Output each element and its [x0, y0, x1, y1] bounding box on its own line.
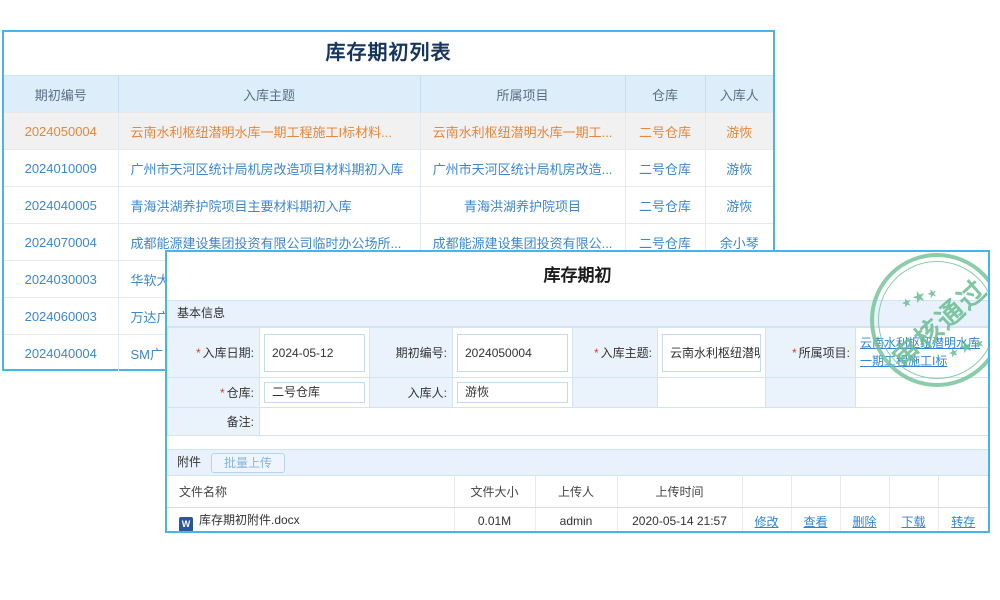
attachment-column-action: [889, 476, 938, 507]
cell-person: 游恢: [705, 150, 773, 187]
cell-opening-number[interactable]: 2024040005: [4, 187, 118, 224]
table-row[interactable]: 2024050004 云南水利枢纽潜明水库一期工程施工I标材料... 云南水利枢…: [4, 113, 773, 150]
section-gap: [167, 436, 988, 449]
cell-opening-number[interactable]: 2024010009: [4, 150, 118, 187]
warehouse-cell: 二号仓库: [260, 378, 370, 408]
required-marker: *: [594, 346, 599, 360]
cell-subject[interactable]: 青海洪湖养护院项目主要材料期初入库: [118, 187, 420, 224]
entry-person-field[interactable]: 游恢: [457, 382, 568, 403]
entry-person-cell: 游恢: [453, 378, 573, 408]
column-header-subject: 入库主题: [118, 76, 420, 113]
word-file-icon: W: [179, 517, 193, 532]
attachment-section-label: 附件: [177, 450, 201, 475]
entry-date-field[interactable]: 2024-05-12: [264, 334, 365, 372]
delete-link[interactable]: 删除: [852, 515, 876, 529]
table-row[interactable]: 2024010009 广州市天河区统计局机房改造项目材料期初入库 广州市天河区统…: [4, 150, 773, 187]
required-marker: *: [196, 346, 201, 360]
entry-date-cell: 2024-05-12: [260, 328, 370, 378]
column-header-project: 所属项目: [420, 76, 625, 113]
cell-project[interactable]: 青海洪湖养护院项目: [420, 187, 625, 224]
attachment-filename-cell: W 库存期初附件.docx: [167, 507, 454, 533]
column-header-warehouse: 仓库: [625, 76, 705, 113]
detail-panel-title: 库存期初: [167, 252, 988, 300]
attachment-column-filesize: 文件大小: [454, 476, 535, 507]
entry-person-label: 入库人:: [370, 378, 453, 408]
cell-warehouse: 二号仓库: [625, 113, 705, 150]
project-link[interactable]: 云南水利枢纽潜明水库一期工程施工I标: [860, 335, 984, 370]
opening-number-field[interactable]: 2024050004: [457, 334, 568, 372]
basic-info-section-header: 基本信息: [167, 300, 988, 327]
cell-project[interactable]: 云南水利枢纽潜明水库一期工...: [420, 113, 625, 150]
attachment-section-header: 附件 批量上传: [167, 449, 988, 476]
download-link[interactable]: 下载: [901, 515, 925, 529]
project-label: *所属项目:: [766, 328, 856, 378]
remark-label: 备注:: [168, 408, 260, 436]
attachment-column-uploader: 上传人: [535, 476, 617, 507]
entry-subject-label: *入库主题:: [573, 328, 658, 378]
table-header-row: 期初编号 入库主题 所属项目 仓库 入库人: [4, 76, 773, 113]
column-header-person: 入库人: [705, 76, 773, 113]
table-row[interactable]: 2024040005 青海洪湖养护院项目主要材料期初入库 青海洪湖养护院项目 二…: [4, 187, 773, 224]
cell-opening-number[interactable]: 2024030003: [4, 261, 118, 298]
cell-warehouse: 二号仓库: [625, 150, 705, 187]
attachment-filesize: 0.01M: [454, 507, 535, 533]
opening-number-cell: 2024050004: [453, 328, 573, 378]
transfer-link[interactable]: 转存: [951, 515, 975, 529]
cell-opening-number[interactable]: 2024050004: [4, 113, 118, 150]
empty-value-cell: [856, 378, 989, 408]
view-link[interactable]: 查看: [803, 515, 827, 529]
attachment-filename: 库存期初附件.docx: [199, 513, 300, 527]
cell-subject[interactable]: 云南水利枢纽潜明水库一期工程施工I标材料...: [118, 113, 420, 150]
cell-opening-number[interactable]: 2024060003: [4, 298, 118, 335]
inventory-opening-detail-panel: 库存期初 基本信息 *入库日期: 2024-05-12 期初编号: 202405…: [165, 250, 990, 533]
attachment-header-row: 文件名称 文件大小 上传人 上传时间: [167, 476, 988, 507]
cell-warehouse: 二号仓库: [625, 187, 705, 224]
batch-upload-button[interactable]: 批量上传: [211, 453, 285, 473]
attachment-column-action: [840, 476, 889, 507]
warehouse-label: *仓库:: [168, 378, 260, 408]
cell-person: 游恢: [705, 187, 773, 224]
empty-label-cell: [766, 378, 856, 408]
attachment-column-action: [742, 476, 791, 507]
entry-subject-cell: 云南水利枢纽潜明水库: [658, 328, 766, 378]
attachment-uploader: admin: [535, 507, 617, 533]
warehouse-field[interactable]: 二号仓库: [264, 382, 365, 403]
attachment-column-action: [791, 476, 840, 507]
entry-date-label: *入库日期:: [168, 328, 260, 378]
modify-link[interactable]: 修改: [754, 515, 778, 529]
attachment-uploadtime: 2020-05-14 21:57: [617, 507, 742, 533]
empty-value-cell: [658, 378, 766, 408]
basic-info-form: *入库日期: 2024-05-12 期初编号: 2024050004 *入库主题…: [167, 327, 989, 436]
list-panel-title: 库存期初列表: [4, 32, 773, 75]
screen: 库存期初列表 期初编号 入库主题 所属项目 仓库 入库人 2024050004 …: [0, 0, 1000, 600]
empty-label-cell: [573, 378, 658, 408]
project-cell: 云南水利枢纽潜明水库一期工程施工I标: [856, 328, 989, 378]
required-marker: *: [220, 386, 225, 400]
cell-opening-number[interactable]: 2024040004: [4, 335, 118, 372]
attachment-row: W 库存期初附件.docx 0.01M admin 2020-05-14 21:5…: [167, 507, 988, 533]
attachment-column-filename: 文件名称: [167, 476, 454, 507]
remark-field[interactable]: [260, 408, 989, 436]
required-marker: *: [792, 346, 797, 360]
cell-subject[interactable]: 广州市天河区统计局机房改造项目材料期初入库: [118, 150, 420, 187]
attachment-column-uploadtime: 上传时间: [617, 476, 742, 507]
attachment-column-action: [938, 476, 988, 507]
entry-subject-field[interactable]: 云南水利枢纽潜明水库: [662, 334, 761, 372]
cell-project[interactable]: 广州市天河区统计局机房改造...: [420, 150, 625, 187]
opening-number-label: 期初编号:: [370, 328, 453, 378]
cell-opening-number[interactable]: 2024070004: [4, 224, 118, 261]
column-header-opening-number: 期初编号: [4, 76, 118, 113]
cell-person: 游恢: [705, 113, 773, 150]
attachment-table: 文件名称 文件大小 上传人 上传时间 W 库存期初附件.docx 0.01M: [167, 476, 988, 533]
